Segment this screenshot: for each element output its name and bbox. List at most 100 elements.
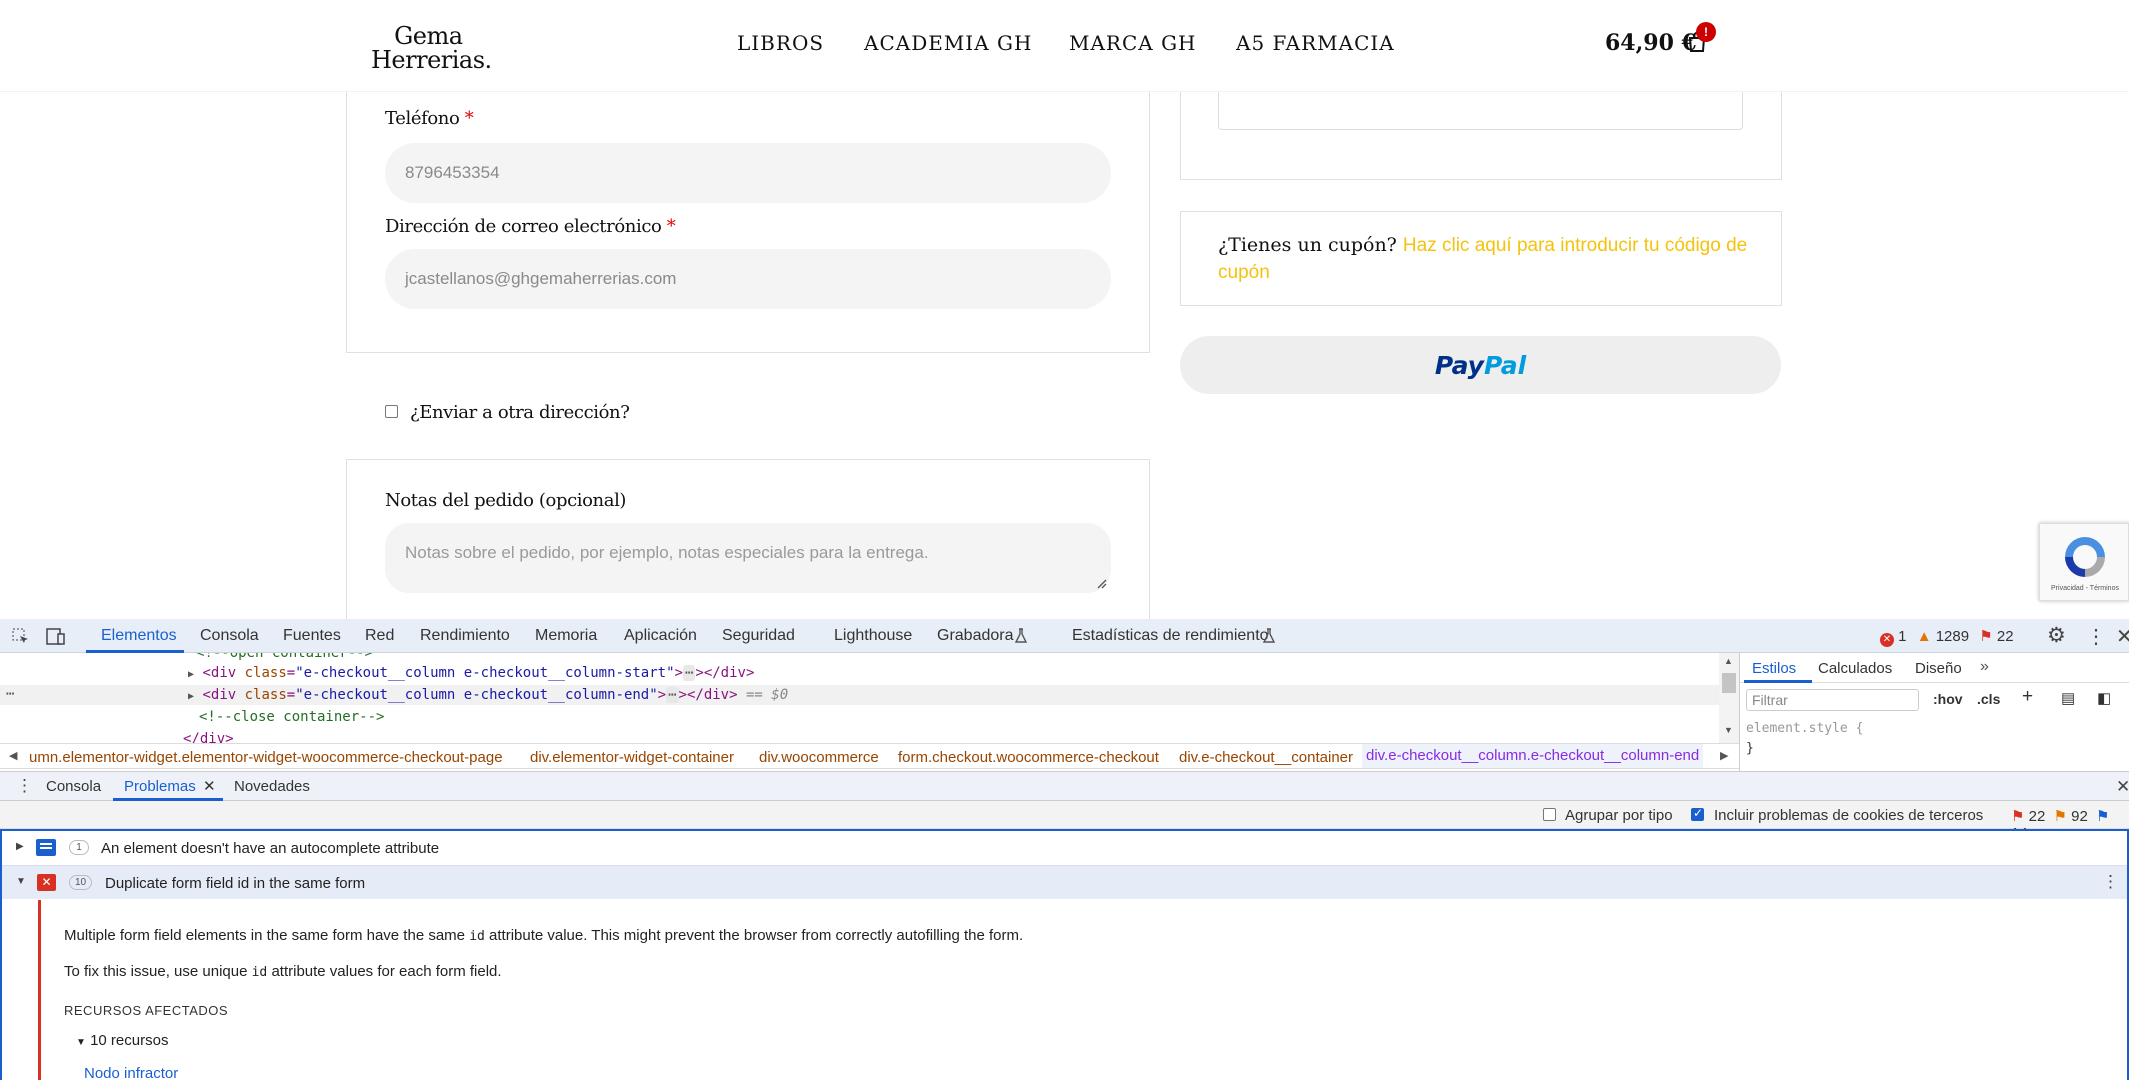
- breadcrumb-item-active[interactable]: div.e-checkout__column.e-checkout__colum…: [1362, 744, 1704, 768]
- tab-grabadora[interactable]: Grabadora: [937, 627, 1014, 645]
- add-rule-icon[interactable]: +: [2022, 686, 2033, 708]
- breadcrumb-item[interactable]: umn.elementor-widget.elementor-widget-wo…: [29, 749, 503, 766]
- more-tabs-icon[interactable]: »: [1980, 658, 1989, 676]
- nav-libros[interactable]: LIBROS: [737, 31, 824, 55]
- issue-count-badge: 10: [69, 875, 93, 890]
- tab-elementos[interactable]: Elementos: [101, 627, 177, 645]
- scroll-left-icon[interactable]: ◀: [9, 749, 17, 762]
- dom-comment-open: <!--open container-->: [196, 653, 374, 661]
- tab-rendimiento[interactable]: Rendimiento: [420, 627, 510, 645]
- notes-label: Notas del pedido (opcional): [385, 490, 627, 511]
- recaptcha-badge[interactable]: Privacidad - Términos: [2039, 523, 2129, 601]
- warning-flag-icon: ⚑: [2053, 808, 2067, 825]
- email-label: Dirección de correo electrónico *: [385, 216, 676, 237]
- warning-icon: ▲: [1916, 628, 1932, 645]
- issue-menu-icon[interactable]: ⋮: [2102, 872, 2119, 892]
- issue-row-duplicate-id[interactable]: ▼ ✕ 10 Duplicate form field id in the sa…: [2, 865, 2127, 899]
- drawer-tabbar: ⋮ Consola Problemas ✕ Novedades ✕: [0, 771, 2129, 801]
- ship-other-label[interactable]: ¿Enviar a otra dirección?: [410, 402, 630, 423]
- group-by-type-label[interactable]: Agrupar por tipo: [1565, 807, 1673, 824]
- drawer-tab-problemas[interactable]: Problemas: [124, 778, 196, 795]
- tab-estadisticas-rendimiento[interactable]: Estadísticas de rendimiento: [1072, 627, 1269, 645]
- tab-consola[interactable]: Consola: [200, 627, 259, 645]
- resources-toggle[interactable]: ▼ 10 recursos: [76, 1032, 168, 1049]
- styles-filter-input[interactable]: Filtrar: [1746, 689, 1919, 711]
- breadcrumb-item[interactable]: form.checkout.woocommerce-checkout: [898, 749, 1159, 766]
- ellipsis-icon[interactable]: ⋯: [682, 665, 696, 681]
- more-options-icon[interactable]: ⋮: [2086, 624, 2106, 649]
- dom-node-column-end[interactable]: ▶ <div class="e-checkout__column e-check…: [188, 687, 788, 703]
- include-third-party-checkbox[interactable]: ✓: [1691, 806, 1704, 821]
- nav-academia-gh[interactable]: ACADEMIA GH: [864, 31, 1032, 55]
- tab-red[interactable]: Red: [365, 627, 394, 645]
- tab-lighthouse[interactable]: Lighthouse: [834, 627, 912, 645]
- issue-count-badge: 1: [69, 840, 89, 855]
- dom-close-tag: ></div>: [678, 687, 738, 703]
- scroll-right-icon[interactable]: ▶: [1720, 749, 1728, 762]
- ship-other-checkbox[interactable]: [385, 405, 398, 418]
- email-input[interactable]: jcastellanos@ghgemaherrerias.com: [385, 249, 1111, 309]
- element-style-close: }: [1746, 741, 1754, 756]
- logo-line1: Gema: [394, 22, 463, 50]
- sidebar-toggle-icon[interactable]: ◧: [2097, 689, 2111, 707]
- tab-memoria[interactable]: Memoria: [535, 627, 597, 645]
- breadcrumb-item[interactable]: div.woocommerce: [759, 749, 879, 766]
- error-flag-icon: ⚑: [2011, 808, 2025, 825]
- close-tab-icon[interactable]: ✕: [203, 777, 216, 795]
- tab-aplicacion[interactable]: Aplicación: [624, 627, 697, 645]
- issue-severity-bar: [38, 900, 41, 1080]
- recaptcha-links[interactable]: Privacidad - Términos: [2044, 585, 2126, 592]
- row-dots-icon[interactable]: ⋯: [6, 686, 14, 702]
- error-counter[interactable]: ✕ 1 ▲ 1289 ⚑ 22: [1880, 627, 2014, 647]
- cart-total[interactable]: 64,90 €: [1605, 30, 1697, 56]
- breadcrumb-item[interactable]: div.e-checkout__container: [1179, 749, 1353, 766]
- warning-count: 1289: [1935, 628, 1970, 645]
- required-mark: *: [464, 108, 474, 129]
- drawer-tab-novedades[interactable]: Novedades: [234, 778, 310, 795]
- group-by-type-checkbox[interactable]: [1543, 808, 1556, 821]
- ellipsis-icon[interactable]: ⋯: [666, 687, 679, 703]
- paint-roller-icon[interactable]: ▤: [2061, 689, 2075, 707]
- drawer-menu-icon[interactable]: ⋮: [16, 776, 33, 796]
- device-toolbar-icon[interactable]: [46, 628, 66, 645]
- element-style-rule[interactable]: element.style {: [1746, 721, 1863, 736]
- site-logo[interactable]: Gema Herrerias.: [365, 24, 492, 72]
- phone-label: Teléfono *: [385, 108, 474, 129]
- settings-gear-icon[interactable]: ⚙: [2047, 623, 2066, 648]
- hov-toggle[interactable]: :hov: [1933, 691, 1963, 707]
- close-drawer-icon[interactable]: ✕: [2116, 777, 2129, 797]
- devtools-tabbar: Elementos Consola Fuentes Red Rendimient…: [0, 619, 2129, 653]
- site-header: Gema Herrerias. LIBROS ACADEMIA GH MARCA…: [0, 0, 2129, 92]
- tab-fuentes[interactable]: Fuentes: [283, 627, 341, 645]
- tab-diseno[interactable]: Diseño: [1915, 660, 1962, 677]
- dom-node-column-start[interactable]: ▶ <div class="e-checkout__column e-check…: [188, 665, 754, 681]
- coupon-question: ¿Tienes un cupón?: [1218, 234, 1397, 256]
- tab-estilos[interactable]: Estilos: [1752, 660, 1796, 677]
- nav-a5-farmacia[interactable]: A5 FARMACIA: [1236, 31, 1395, 55]
- devtools-panel: Elementos Consola Fuentes Red Rendimient…: [0, 619, 2129, 1080]
- notes-textarea[interactable]: Notas sobre el pedido, por ejemplo, nota…: [385, 523, 1111, 593]
- drawer-tab-consola[interactable]: Consola: [46, 778, 101, 795]
- desc-code: id: [469, 929, 485, 944]
- paypal-button[interactable]: Pay Pal: [1180, 336, 1781, 394]
- tab-seguridad[interactable]: Seguridad: [722, 627, 795, 645]
- breadcrumb-item[interactable]: div.elementor-widget-container: [530, 749, 734, 766]
- resize-handle-icon[interactable]: [1095, 577, 1107, 589]
- cls-toggle[interactable]: .cls: [1977, 691, 2000, 707]
- issues-toolbar: Agrupar por tipo ✓ Incluir problemas de …: [0, 801, 2129, 842]
- offending-node-link[interactable]: Nodo infractor: [84, 1065, 178, 1080]
- tree-scrollbar[interactable]: ▲ ▼: [1719, 653, 1739, 743]
- dom-comment-close: <!--close container-->: [199, 709, 385, 725]
- close-devtools-icon[interactable]: ✕: [2116, 624, 2129, 649]
- info-flag-icon: ⚑: [2095, 808, 2110, 825]
- warning-total: 92: [2071, 808, 2088, 825]
- phone-input[interactable]: 8796453354: [385, 143, 1111, 203]
- inspect-element-icon[interactable]: [12, 628, 29, 645]
- tab-calculados[interactable]: Calculados: [1818, 660, 1892, 677]
- include-third-party-label[interactable]: Incluir problemas de cookies de terceros: [1714, 807, 1983, 824]
- error-total: 22: [2028, 808, 2046, 825]
- error-icon: ✕: [1880, 633, 1894, 647]
- issue-title: An element doesn't have an autocomplete …: [101, 840, 440, 857]
- issue-row-autocomplete[interactable]: ▶ 1 An element doesn't have an autocompl…: [2, 831, 2127, 865]
- nav-marca-gh[interactable]: MARCA GH: [1069, 31, 1197, 55]
